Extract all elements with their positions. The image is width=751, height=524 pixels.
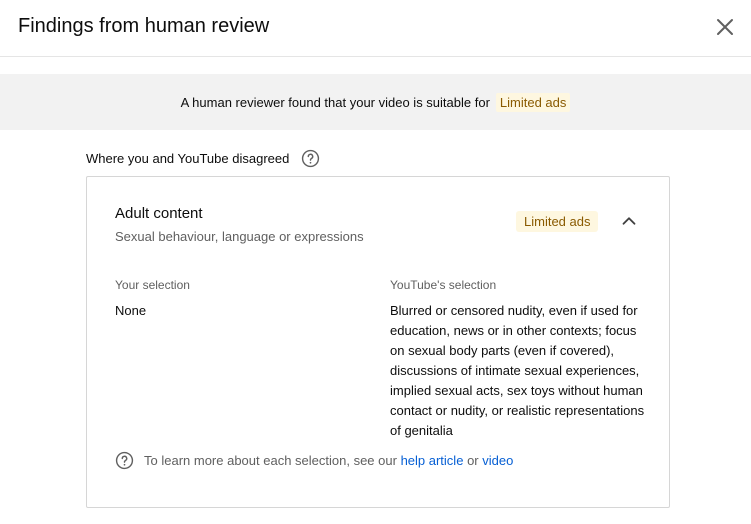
card-status-badge: Limited ads	[516, 211, 599, 232]
banner-status-badge: Limited ads	[495, 92, 571, 112]
youtube-selection-label: YouTube's selection	[390, 278, 497, 292]
help-article-link[interactable]: help article	[401, 453, 464, 468]
dialog-header: Findings from human review	[0, 0, 751, 57]
card-subtitle: Sexual behaviour, language or expression…	[115, 229, 364, 244]
help-circle-icon	[115, 451, 134, 470]
dialog-title: Findings from human review	[18, 15, 270, 37]
review-result-banner: A human reviewer found that your video i…	[0, 74, 751, 130]
section-label-text: Where you and YouTube disagreed	[86, 151, 290, 166]
close-icon[interactable]	[713, 15, 737, 39]
footer-text: To learn more about each selection, see …	[144, 453, 397, 468]
banner-text: A human reviewer found that your video i…	[180, 94, 490, 110]
adult-content-card: Adult content Sexual behaviour, language…	[86, 176, 670, 508]
footer-or: or	[467, 453, 479, 468]
youtube-selection-value: Blurred or censored nudity, even if used…	[390, 303, 645, 438]
disagreement-section-label: Where you and YouTube disagreed	[86, 149, 320, 168]
card-title: Adult content	[115, 205, 203, 222]
your-selection-value: None	[115, 303, 147, 318]
help-circle-icon[interactable]	[301, 149, 320, 168]
your-selection-label: Your selection	[115, 278, 190, 292]
video-link[interactable]: video	[482, 453, 513, 468]
chevron-up-icon[interactable]	[618, 210, 640, 232]
learn-more-footer: To learn more about each selection, see …	[115, 451, 513, 470]
